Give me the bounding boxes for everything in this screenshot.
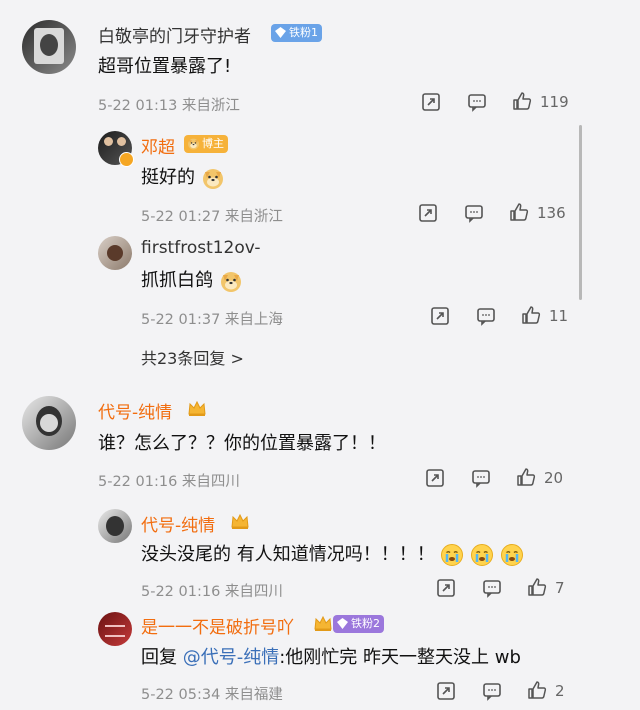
- diamond-icon: [337, 618, 348, 629]
- reply-text: 回复 @代号-纯情:他刚忙完 昨天一整天没上 wb: [141, 643, 521, 669]
- reply-username[interactable]: firstfrost12ov-: [141, 238, 261, 258]
- reply-location: 来自福建: [224, 687, 283, 703]
- crown-icon: [230, 512, 250, 530]
- badge-label: 铁粉1: [289, 26, 318, 39]
- comment-text: 超哥位置暴露了!: [98, 56, 232, 77]
- comment-meta: 5-22 01:13 来自浙江: [98, 94, 240, 115]
- like-count: 119: [540, 93, 569, 111]
- avatar[interactable]: [98, 612, 132, 646]
- reply-prefix: 回复: [141, 647, 177, 668]
- doge-icon: [187, 137, 200, 150]
- reply-text-body: :他刚忙完 昨天一整天没上 wb: [279, 647, 521, 668]
- reply-text-body: 没头没尾的 有人知道情况吗！！！！: [141, 544, 435, 565]
- reply-location: 来自上海: [224, 312, 283, 328]
- comment-icon[interactable]: [464, 203, 484, 223]
- share-icon[interactable]: [425, 468, 445, 488]
- reply-time: 5-22 01:16: [141, 584, 221, 600]
- reply-meta: 5-22 05:34 来自福建: [141, 683, 283, 704]
- comment-icon[interactable]: [471, 468, 491, 488]
- crown-icon: [313, 614, 333, 632]
- crown-icon: [187, 399, 207, 417]
- badge-label: 铁粉2: [351, 617, 380, 630]
- comment-username[interactable]: 白敬亭的门牙守护者: [98, 22, 251, 47]
- reply-location: 来自浙江: [224, 209, 283, 225]
- reply-username[interactable]: 邓超: [141, 133, 175, 158]
- comment-time: 5-22 01:13: [98, 98, 178, 114]
- reply-text: 挺好的: [141, 163, 225, 190]
- reply-meta: 5-22 01:27 来自浙江: [141, 205, 283, 226]
- diamond-icon: [275, 27, 286, 38]
- view-more-replies-link[interactable]: 共23条回复 >: [141, 345, 244, 369]
- comment-location: 来自四川: [181, 474, 240, 490]
- like-count: 7: [555, 579, 565, 597]
- avatar[interactable]: [22, 396, 76, 450]
- share-icon[interactable]: [430, 306, 450, 326]
- crying-emoji-icon: [440, 543, 464, 567]
- reply-meta: 5-22 01:37 来自上海: [141, 308, 283, 329]
- comment-location: 来自浙江: [181, 98, 240, 114]
- reply-text-body: 挺好的: [141, 167, 195, 188]
- thumbs-up-icon[interactable]: [527, 577, 547, 597]
- reply-location: 来自四川: [224, 584, 283, 600]
- author-badge: 博主: [184, 135, 228, 153]
- fan-badge: 铁粉1: [271, 24, 322, 42]
- reply-time: 5-22 01:27: [141, 209, 221, 225]
- reply-time: 5-22 01:37: [141, 312, 221, 328]
- scrollbar[interactable]: [579, 125, 582, 300]
- comment-time: 5-22 01:16: [98, 474, 178, 490]
- thumbs-up-icon[interactable]: [516, 467, 536, 487]
- like-count: 2: [555, 682, 565, 700]
- reply-username[interactable]: 是一一不是破折号吖: [141, 613, 294, 638]
- avatar[interactable]: [98, 509, 132, 543]
- mention-link[interactable]: @代号-纯情: [183, 647, 280, 668]
- thumbs-up-icon[interactable]: [527, 680, 547, 700]
- fan-badge: 铁粉2: [333, 615, 384, 633]
- reply-meta: 5-22 01:16 来自四川: [141, 580, 283, 601]
- doge-emoji-icon: [219, 269, 243, 293]
- reply-text: 抓抓白鸽: [141, 266, 243, 293]
- like-count: 136: [537, 204, 566, 222]
- share-icon[interactable]: [421, 92, 441, 112]
- comment-meta: 5-22 01:16 来自四川: [98, 470, 240, 491]
- comment-username[interactable]: 代号-纯情: [98, 398, 172, 423]
- crying-emoji-icon: [500, 543, 524, 567]
- reply-text: 没头没尾的 有人知道情况吗！！！！: [141, 540, 524, 567]
- like-count: 20: [544, 469, 564, 487]
- comment-icon[interactable]: [482, 578, 502, 598]
- badge-label: 博主: [202, 137, 224, 150]
- share-icon[interactable]: [436, 681, 456, 701]
- doge-emoji-icon: [201, 166, 225, 190]
- share-icon[interactable]: [436, 578, 456, 598]
- reply-username[interactable]: 代号-纯情: [141, 511, 215, 536]
- thumbs-up-icon[interactable]: [512, 91, 532, 111]
- avatar[interactable]: [22, 20, 76, 74]
- reply-text-body: 抓抓白鸽: [141, 270, 213, 291]
- like-count: 11: [549, 307, 569, 325]
- comment-icon[interactable]: [467, 92, 487, 112]
- share-icon[interactable]: [418, 203, 438, 223]
- comment-text: 谁？怎么了？？你的位置暴露了！！: [98, 433, 386, 454]
- comment-icon[interactable]: [482, 681, 502, 701]
- avatar[interactable]: [98, 236, 132, 270]
- verified-icon: [119, 152, 134, 167]
- crying-emoji-icon: [470, 543, 494, 567]
- reply-time: 5-22 05:34: [141, 687, 221, 703]
- comment-icon[interactable]: [476, 306, 496, 326]
- thumbs-up-icon[interactable]: [521, 305, 541, 325]
- thumbs-up-icon[interactable]: [509, 202, 529, 222]
